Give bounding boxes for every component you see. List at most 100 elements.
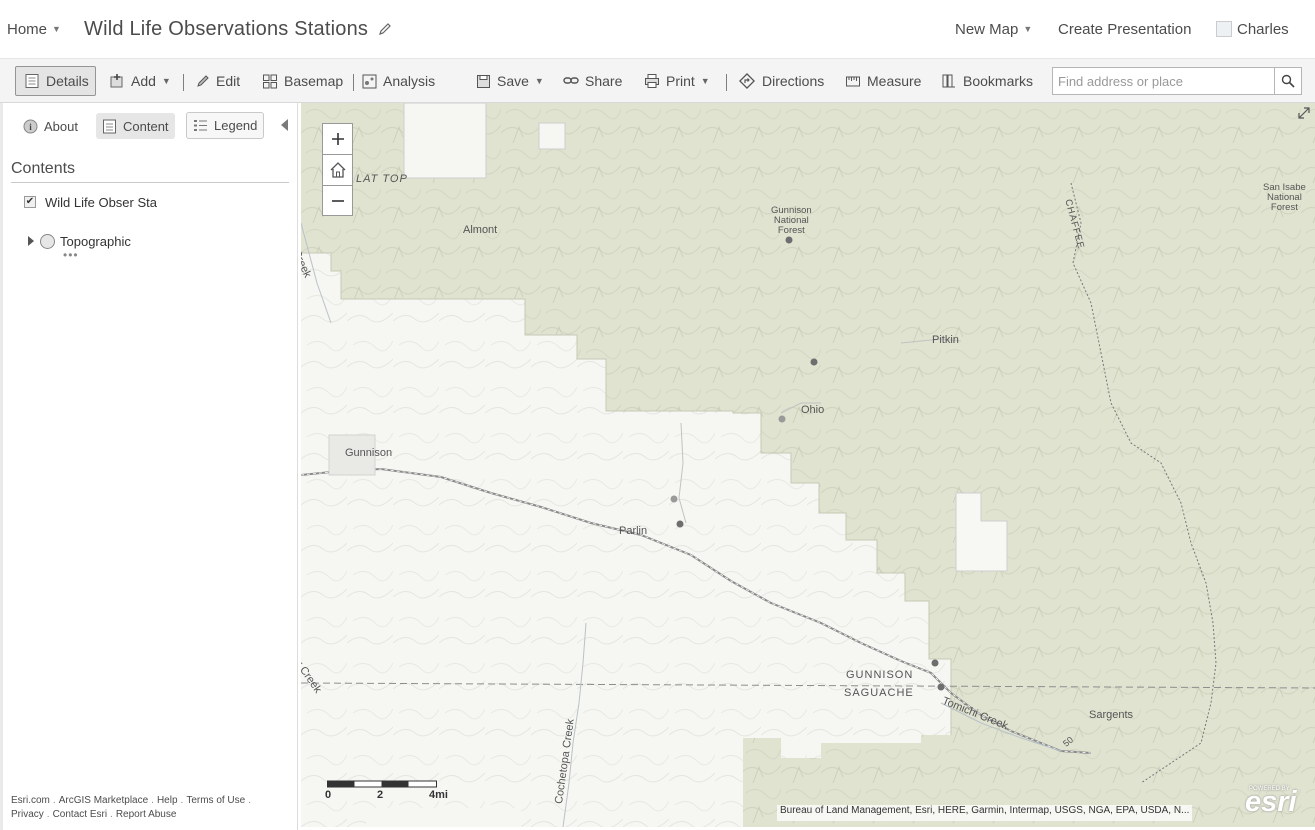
new-map-menu[interactable]: New Map ▼ [955,0,1032,58]
map-label-flat-top: LAT TOP [356,173,408,185]
analysis-label: Analysis [383,73,436,89]
map-label-parlin: Parlin [619,525,648,537]
station-point[interactable] [810,358,818,366]
layer-name: Wild Life Obser Sta [45,194,157,210]
map-label-ohio: Ohio [801,404,825,416]
share-label: Share [585,73,623,89]
expand-icon[interactable] [1297,106,1311,120]
map-attribution[interactable]: Bureau of Land Management, Esri, HERE, G… [777,805,1193,821]
chevron-down-icon: ▼ [161,76,171,86]
esri-logo[interactable]: esri [1245,786,1297,819]
tab-about[interactable]: i About [17,113,84,139]
footer-link-terms[interactable]: Terms of Use [186,795,245,806]
footer-link-privacy[interactable]: Privacy [11,809,44,820]
tab-about-label: About [44,118,78,134]
details-button[interactable]: Details [15,66,96,96]
minus-icon [331,199,344,202]
station-point[interactable] [931,659,939,667]
basemap-label: Basemap [284,73,344,89]
station-point[interactable] [778,415,786,423]
basemap-layer-item[interactable]: Topographic [28,231,131,251]
map-label-gunnison-nf-line3: Forest [777,225,805,236]
share-button[interactable]: Share [563,66,622,96]
footer-link-abuse[interactable]: Report Abuse [116,809,177,820]
analysis-icon [362,74,377,88]
details-panel: i About Content Legend Contents ✔ Wild L… [0,103,298,830]
chevron-down-icon: ▼ [52,24,61,34]
user-menu[interactable]: Charles [1216,0,1289,58]
print-button[interactable]: Print ▼ [644,66,710,96]
home-label: Home [7,20,48,38]
search-icon [1281,74,1295,88]
add-button[interactable]: Add ▼ [109,66,171,96]
expand-arrow-icon[interactable] [28,236,34,246]
edit-button[interactable]: Edit [196,66,240,96]
ruler-icon [846,76,860,87]
zoom-out-button[interactable] [322,185,353,216]
collapse-panel-icon[interactable] [281,119,288,131]
new-map-label: New Map [955,20,1019,38]
create-presentation-label: Create Presentation [1058,20,1192,38]
chevron-down-icon: ▼ [700,76,710,86]
info-icon: i [23,119,38,133]
user-name: Charles [1237,20,1289,38]
measure-label: Measure [867,73,922,89]
toolbar-divider [183,74,184,91]
more-options-icon[interactable]: ••• [63,249,79,261]
footer-link-esri[interactable]: Esri.com [11,795,50,806]
main-toolbar: Details Add ▼ Edit Basemap Analysis Save… [0,58,1315,103]
footer-link-marketplace[interactable]: ArcGIS Marketplace [59,795,148,806]
map-label-san-isabel-line3: Forest [1270,202,1298,213]
add-label: Add [131,73,156,89]
station-point[interactable] [785,236,793,244]
layer-item[interactable]: ✔ Wild Life Obser Sta [24,193,157,211]
create-presentation-link[interactable]: Create Presentation [1058,0,1191,58]
toolbar-divider [726,74,727,91]
default-extent-button[interactable] [322,154,353,185]
pencil-icon [197,75,209,87]
save-button[interactable]: Save ▼ [476,66,544,96]
footer-link-contact[interactable]: Contact Esri [53,809,107,820]
home-menu[interactable]: Home ▼ [7,0,61,58]
zoom-in-button[interactable] [322,123,353,154]
station-point[interactable] [937,683,945,691]
bookmarks-button[interactable]: Bookmarks [941,66,1033,96]
directions-label: Directions [762,73,825,89]
map-label-almont: Almont [463,224,498,236]
basemap-globe-icon [40,233,55,249]
tab-legend[interactable]: Legend [186,112,265,139]
basemap-name: Topographic [60,233,131,249]
plus-icon [331,133,344,145]
directions-button[interactable]: Directions [738,66,824,96]
bookmark-icon [942,74,955,88]
details-label: Details [46,73,89,89]
analysis-button[interactable]: Analysis [362,66,435,96]
basemap-grid-icon [263,74,277,89]
content-list-icon [103,119,116,133]
station-point[interactable] [676,520,684,528]
pencil-icon[interactable] [378,22,392,36]
scale-label-2: 2 [377,789,384,801]
home-icon [330,162,345,178]
edit-label: Edit [216,73,241,89]
basemap-button[interactable]: Basemap [262,66,343,96]
toolbar-divider [353,74,354,91]
search-input[interactable] [1053,68,1274,94]
map-label-gunnison-county: GUNNISON [846,669,914,681]
legend-icon [194,120,207,131]
save-label: Save [497,73,529,89]
layer-visibility-checkbox[interactable]: ✔ [24,196,36,208]
measure-button[interactable]: Measure [845,66,921,96]
footer-link-help[interactable]: Help [157,795,178,806]
map-label-gunnison-nf: Gunnison National Forest [771,206,812,236]
divider [11,182,289,183]
search-field [1052,67,1302,95]
search-button[interactable] [1274,68,1301,94]
tab-content-label: Content [123,118,169,134]
tab-legend-label: Legend [214,118,258,133]
map-title: Wild Life Observations Stations [84,0,392,58]
map-view[interactable]: LAT TOP Almont Creek Gunnison National F… [301,103,1315,827]
station-point[interactable] [670,495,678,503]
tab-content[interactable]: Content [96,113,175,139]
map-label-saguache-county: SAGUACHE [844,687,914,699]
